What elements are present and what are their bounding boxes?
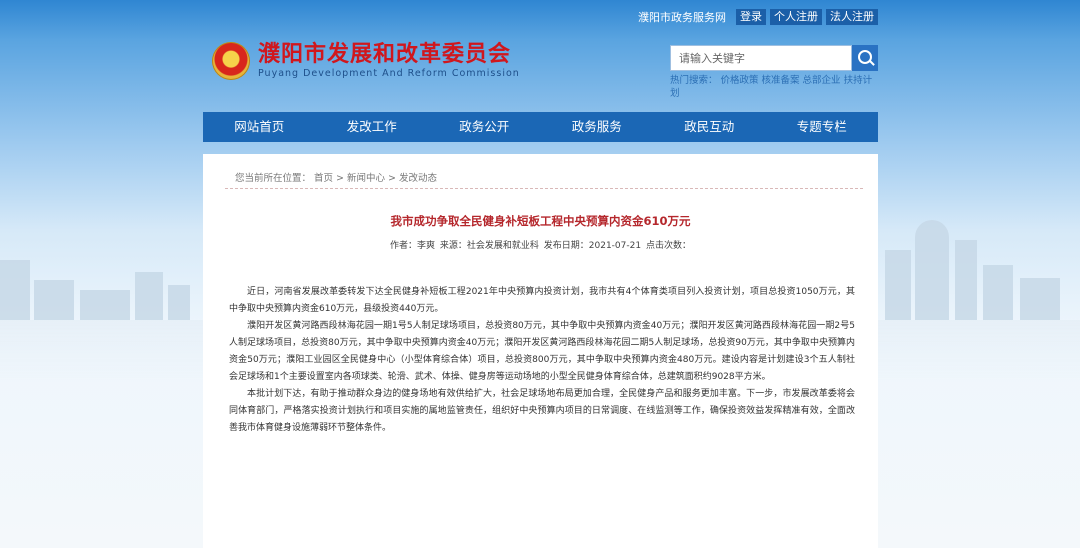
breadcrumb-separator: > (336, 173, 344, 184)
breadcrumb-news[interactable]: 新闻中心 (347, 173, 385, 184)
hot-search-term[interactable]: 核准备案 (762, 75, 800, 86)
article-source: 来源：社会发展和就业科 (439, 241, 539, 251)
hot-search-term[interactable]: 总部企业 (803, 75, 841, 86)
nav-item-topics[interactable]: 专题专栏 (766, 112, 879, 142)
article-paragraph: 濮阳开发区黄河路西段林海花园一期1号5人制足球场项目，总投资80万元，其中争取中… (229, 321, 855, 382)
search-input[interactable] (670, 45, 852, 71)
breadcrumb: 您当前所在位置： 首页 > 新闻中心 > 发改动态 (235, 170, 440, 184)
corporate-register-button[interactable]: 法人注册 (826, 9, 878, 25)
article-author: 作者：李爽 (390, 241, 436, 251)
hot-search: 热门搜索： 价格政策 核准备案 总部企业 扶持计划 (670, 74, 880, 100)
nav-item-work[interactable]: 发改工作 (316, 112, 429, 142)
article-views: 点击次数： (645, 241, 691, 251)
main-nav: 网站首页 发改工作 政务公开 政务服务 政民互动 专题专栏 (203, 112, 878, 142)
hot-search-label: 热门搜索： (670, 75, 718, 86)
breadcrumb-current[interactable]: 发改动态 (399, 173, 437, 184)
top-links: 濮阳市政务服务网 登录 个人注册 法人注册 (638, 9, 878, 25)
left-skyline-decoration (0, 180, 205, 380)
nav-item-home[interactable]: 网站首页 (203, 112, 316, 142)
search-bar (670, 45, 878, 71)
hot-search-term[interactable]: 价格政策 (721, 75, 759, 86)
nav-item-interaction[interactable]: 政民互动 (653, 112, 766, 142)
article-title: 我市成功争取全民健身补短板工程中央预算内资金610万元 (390, 214, 691, 228)
article-date: 发布日期：2021-07-21 (543, 241, 642, 251)
nav-item-public-affairs[interactable]: 政务公开 (428, 112, 541, 142)
article-body: 近日，河南省发展改革委转发下达全民健身补短板工程2021年中央预算内投资计划，我… (229, 284, 855, 437)
breadcrumb-home[interactable]: 首页 (314, 173, 333, 184)
search-button[interactable] (852, 45, 878, 71)
article-paragraph: 近日，河南省发展改革委转发下达全民健身补短板工程2021年中央预算内投资计划，我… (229, 287, 855, 314)
logo-subtitle: Puyang Development And Reform Commission (258, 68, 520, 79)
breadcrumb-separator: > (388, 173, 396, 184)
article-panel: 您当前所在位置： 首页 > 新闻中心 > 发改动态 我市成功争取全民健身补短板工程中央预算… (203, 154, 878, 548)
login-button[interactable]: 登录 (736, 9, 766, 25)
article-paragraph: 本批计划下达，有助于推动群众身边的健身场地有效供给扩大，社会足球场地布局更加合理… (229, 389, 855, 433)
article-meta: 作者：李爽 来源：社会发展和就业科 发布日期：2021-07-21 点击次数： (203, 238, 878, 251)
site-logo[interactable]: 濮阳市发展和改革委员会 Puyang Development And Refor… (212, 42, 520, 80)
nav-item-gov-services[interactable]: 政务服务 (541, 112, 654, 142)
logo-title: 濮阳市发展和改革委员会 (258, 42, 512, 67)
divider (225, 188, 863, 189)
breadcrumb-prefix: 您当前所在位置： (235, 173, 312, 184)
gov-service-link[interactable]: 濮阳市政务服务网 (638, 9, 726, 25)
national-emblem-icon (212, 42, 250, 80)
personal-register-button[interactable]: 个人注册 (770, 9, 822, 25)
right-skyline-decoration (875, 180, 1080, 380)
